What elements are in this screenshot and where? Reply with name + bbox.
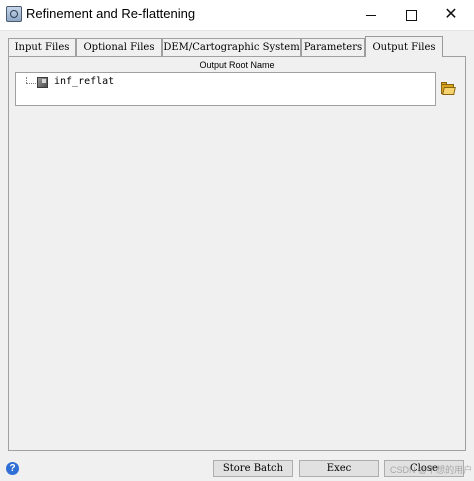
output-root-tree[interactable]: inf_reflat xyxy=(15,72,436,106)
close-button[interactable]: Close xyxy=(384,460,464,477)
output-root-name-label: Output Root Name xyxy=(199,60,275,70)
close-icon: ✕ xyxy=(444,6,458,23)
window-title: Refinement and Re-flattening xyxy=(26,6,196,21)
store-batch-button[interactable]: Store Batch xyxy=(213,460,293,477)
close-window-button[interactable]: ✕ xyxy=(428,0,474,30)
tab-parameters[interactable]: Parameters xyxy=(301,38,365,56)
tab-optional-files[interactable]: Optional Files xyxy=(76,38,162,56)
output-files-panel xyxy=(8,56,466,451)
browse-folder-button[interactable] xyxy=(440,82,456,96)
tab-dem-cartographic-system[interactable]: DEM/Cartographic System xyxy=(162,38,301,56)
minimize-icon xyxy=(366,14,376,16)
title-bar: Refinement and Re-flattening ✕ xyxy=(0,0,474,31)
tab-output-files[interactable]: Output Files xyxy=(365,36,443,57)
tab-input-files[interactable]: Input Files xyxy=(8,38,76,56)
app-icon xyxy=(6,6,22,22)
folder-open-icon-front xyxy=(442,87,456,95)
maximize-icon xyxy=(405,9,417,21)
exec-button[interactable]: Exec xyxy=(299,460,379,477)
output-root-item[interactable]: inf_reflat xyxy=(54,76,114,87)
file-icon xyxy=(37,77,48,88)
help-icon[interactable]: ? xyxy=(6,462,19,475)
